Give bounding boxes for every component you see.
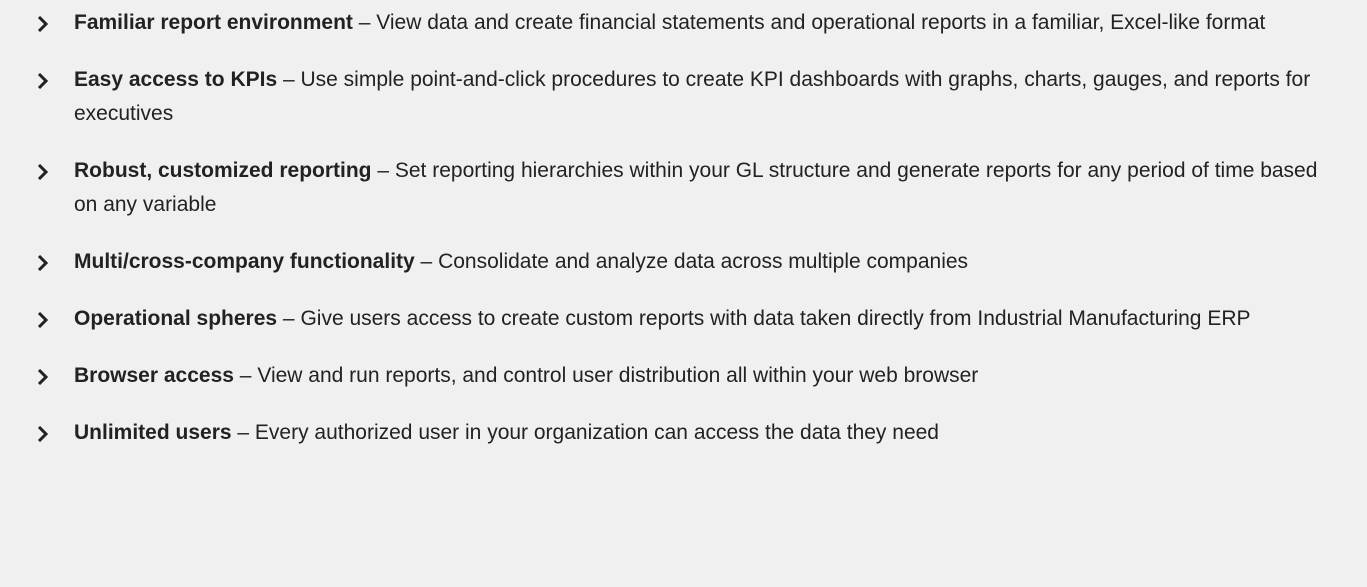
feature-list: Familiar report environment – View data …	[0, 6, 1337, 450]
feature-title: Operational spheres	[74, 307, 278, 330]
feature-title: Easy access to KPIs	[74, 68, 278, 91]
feature-title: Robust, customized reporting	[74, 159, 372, 182]
feature-title: Browser access	[74, 364, 234, 387]
feature-item-browser-access: Browser access – View and run reports, a…	[37, 359, 1337, 393]
feature-text: Familiar report environment – View data …	[74, 6, 1337, 40]
feature-separator: –	[277, 307, 301, 330]
feature-item-unlimited-users: Unlimited users – Every authorized user …	[37, 416, 1337, 450]
feature-text: Easy access to KPIs – Use simple point-a…	[74, 63, 1337, 131]
feature-description: Give users access to create custom repor…	[300, 307, 1251, 330]
feature-description: Consolidate and analyze data across mult…	[438, 250, 969, 273]
feature-item-multi-cross-company-functionality: Multi/cross-company functionality – Cons…	[37, 245, 1337, 279]
chevron-right-icon	[37, 416, 74, 442]
feature-separator: –	[414, 250, 439, 273]
feature-separator: –	[352, 11, 377, 34]
feature-text: Multi/cross-company functionality – Cons…	[74, 245, 1337, 279]
chevron-right-icon	[37, 63, 74, 89]
chevron-right-icon	[37, 154, 74, 180]
chevron-right-icon	[37, 245, 74, 271]
feature-description: View data and create financial statement…	[376, 11, 1266, 34]
feature-separator: –	[277, 68, 301, 91]
feature-text: Unlimited users – Every authorized user …	[74, 416, 1337, 450]
feature-item-robust-customized-reporting: Robust, customized reporting – Set repor…	[37, 154, 1337, 222]
feature-text: Operational spheres – Give users access …	[74, 302, 1337, 336]
feature-separator: –	[231, 421, 255, 444]
feature-title: Familiar report environment	[74, 11, 353, 34]
feature-separator: –	[233, 364, 258, 387]
feature-item-operational-spheres: Operational spheres – Give users access …	[37, 302, 1337, 336]
chevron-right-icon	[37, 359, 74, 385]
feature-item-familiar-report-environment: Familiar report environment – View data …	[37, 6, 1337, 40]
feature-separator: –	[371, 159, 395, 182]
feature-description: View and run reports, and control user d…	[257, 364, 979, 387]
chevron-right-icon	[37, 302, 74, 328]
feature-text: Robust, customized reporting – Set repor…	[74, 154, 1337, 222]
feature-title: Multi/cross-company functionality	[74, 250, 415, 273]
feature-description: Every authorized user in your organizati…	[254, 421, 939, 444]
feature-text: Browser access – View and run reports, a…	[74, 359, 1337, 393]
feature-title: Unlimited users	[74, 421, 232, 444]
chevron-right-icon	[37, 6, 74, 32]
feature-item-easy-access-to-kpis: Easy access to KPIs – Use simple point-a…	[37, 63, 1337, 131]
